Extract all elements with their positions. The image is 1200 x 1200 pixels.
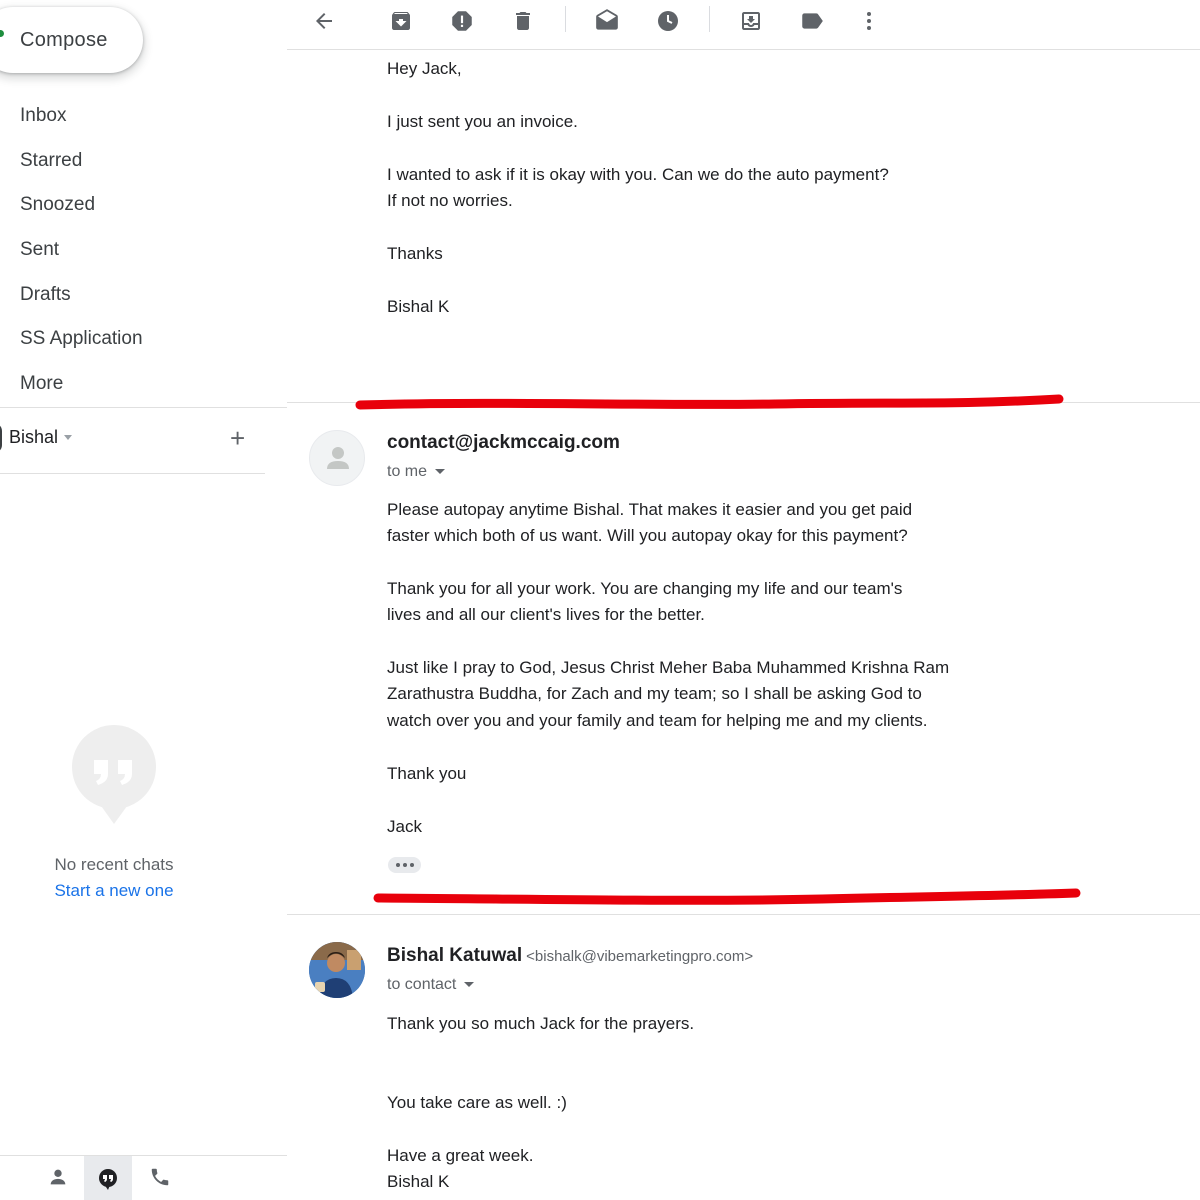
hangouts-bottom-bar — [0, 1155, 287, 1200]
chevron-down-icon[interactable] — [64, 435, 72, 440]
sidebar-item-sent[interactable]: Sent — [0, 228, 287, 273]
red-annotation-line — [355, 394, 1064, 410]
message-body-line: Thank you for all your work. You are cha… — [387, 579, 903, 598]
archive-icon[interactable] — [386, 6, 416, 36]
chat-divider — [0, 473, 265, 474]
sidebar-item-drafts[interactable]: Drafts — [0, 272, 287, 317]
message-body-line: Hey Jack, — [387, 59, 462, 78]
sender-line[interactable]: Bishal Katuwal <bishalk@vibemarketingpro.… — [387, 945, 753, 967]
recipient-details[interactable]: to me — [387, 463, 446, 481]
recipient-details[interactable]: to contact — [387, 976, 475, 994]
recipient-text: to me — [387, 463, 428, 480]
red-annotation-line — [373, 888, 1081, 905]
sender-name[interactable]: Bishal Katuwal — [387, 945, 522, 966]
hangouts-quote-icon — [72, 724, 158, 831]
add-chat-icon[interactable]: + — [230, 422, 245, 454]
message-body-line: Thank you so much Jack for the prayers. — [387, 1014, 695, 1033]
hangouts-user-name[interactable]: Bishal — [9, 427, 58, 448]
chevron-down-icon[interactable] — [464, 982, 475, 988]
avatar[interactable] — [309, 430, 365, 486]
chevron-down-icon[interactable] — [435, 469, 446, 475]
snooze-icon[interactable] — [653, 6, 683, 36]
message-body-line: Zarathustra Buddha, for Zach and my team… — [387, 684, 922, 703]
default-avatar-icon — [327, 447, 349, 469]
message-body-line: I wanted to ask if it is okay with you. … — [387, 165, 889, 184]
message-body-line: Thanks — [387, 244, 443, 263]
compose-button[interactable]: Compose — [0, 7, 143, 73]
sidebar-item-snoozed[interactable]: Snoozed — [0, 183, 287, 228]
label-icon[interactable] — [797, 6, 827, 36]
sidebar: Compose Inbox Starred Snoozed Sent Draft… — [0, 0, 287, 1200]
sidebar-item-starred[interactable]: Starred — [0, 139, 287, 184]
message-body-line: Bishal K — [387, 297, 450, 316]
delete-icon[interactable] — [508, 6, 538, 36]
report-spam-icon[interactable] — [447, 6, 477, 36]
hangouts-user-row[interactable]: Bishal + — [0, 422, 287, 454]
show-trimmed-content-button[interactable] — [388, 857, 421, 873]
profile-photo — [309, 942, 365, 998]
message-body-line: Bishal K — [387, 1172, 450, 1191]
message-body-line: You take care as well. :) — [387, 1093, 567, 1112]
message-body-line: Please autopay anytime Bishal. That make… — [387, 500, 913, 519]
sidebar-item-ss-application[interactable]: SS Application — [0, 317, 287, 362]
message-body-line: Jack — [387, 817, 422, 836]
message-divider — [287, 914, 1200, 915]
message-body-line: lives and all our client's lives for the… — [387, 605, 705, 624]
avatar[interactable] — [309, 942, 365, 998]
more-vert-icon[interactable] — [854, 6, 884, 36]
message-body-line: I just sent you an invoice. — [387, 112, 578, 131]
sidebar-divider — [0, 407, 287, 408]
message-body-line: watch over you and your family and team … — [387, 711, 928, 730]
phone-icon[interactable] — [149, 1166, 171, 1193]
no-recent-chats-text: No recent chats — [54, 855, 174, 874]
start-new-chat-link[interactable]: Start a new one — [0, 881, 228, 901]
toolbar-separator — [709, 6, 710, 32]
back-arrow-icon[interactable] — [309, 6, 339, 36]
sender-email: <bishalk@vibemarketingpro.com> — [526, 948, 754, 965]
message-body-line: Thank you — [387, 764, 467, 783]
sender-name[interactable]: contact@jackmccaig.com — [387, 432, 620, 454]
message-body-line: faster which both of us want. Will you a… — [387, 526, 908, 545]
sidebar-item-more[interactable]: More — [0, 362, 287, 407]
nav-list: Inbox Starred Snoozed Sent Drafts SS App… — [0, 94, 287, 406]
move-to-icon[interactable] — [736, 6, 766, 36]
message-body-line: If not no worries. — [387, 191, 513, 210]
message-toolbar — [287, 0, 1200, 50]
person-icon[interactable] — [47, 1166, 69, 1193]
message-body-line: Just like I pray to God, Jesus Christ Me… — [387, 658, 950, 677]
message-body-line: Have a great week. — [387, 1146, 534, 1165]
toolbar-separator — [565, 6, 566, 32]
recipient-text: to contact — [387, 976, 457, 993]
mark-unread-icon[interactable] — [592, 6, 622, 36]
sidebar-item-inbox[interactable]: Inbox — [0, 94, 287, 139]
hangouts-chat-icon[interactable] — [84, 1156, 132, 1200]
